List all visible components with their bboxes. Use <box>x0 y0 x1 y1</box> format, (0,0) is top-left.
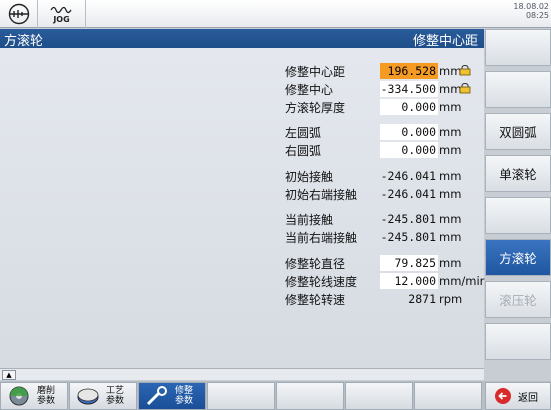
param-label: 当前右端接触 <box>285 231 358 245</box>
back-button[interactable]: 返回 <box>485 382 551 410</box>
horizontal-softkey-bar: 修整 参数 工艺 参数 磨削 参数 返回 <box>0 381 551 410</box>
param-label: 右圆弧 <box>285 144 322 158</box>
param-unit: mm <box>439 169 462 183</box>
param-label: 方滚轮厚度 <box>285 101 346 115</box>
hkey-label-line2: 参数 <box>106 396 125 406</box>
softkey-4[interactable]: 单滚轮 <box>485 155 551 192</box>
hkey-label-line1: 修整 <box>175 386 194 396</box>
time-text: 08:25 <box>525 11 549 20</box>
param-value-readonly: -245.801 <box>380 212 436 226</box>
softkey-empty-5[interactable] <box>485 197 551 234</box>
param-unit: mm <box>439 212 462 226</box>
lock-icon[interactable] <box>459 83 471 94</box>
softkey-6[interactable]: 方滚轮 <box>485 239 551 276</box>
back-label: 返回 <box>518 392 538 404</box>
hkey-empty-5[interactable] <box>276 382 344 410</box>
softkey-empty-1[interactable] <box>485 29 551 66</box>
hkey-3[interactable]: 修整 参数 <box>138 382 206 410</box>
hkey-1[interactable]: 磨削 参数 <box>0 382 68 410</box>
param-value-field[interactable]: 0.000 <box>380 142 438 158</box>
hkey-empty-6[interactable] <box>345 382 413 410</box>
top-status-bar: JOG 18.08.02 08:25 <box>0 0 551 28</box>
jog-label: JOG <box>53 14 70 24</box>
param-label: 修整轮转速 <box>285 293 346 307</box>
param-value-field[interactable]: 12.000 <box>380 273 438 289</box>
dressing-tool-icon <box>146 386 167 406</box>
parameter-panel: 修整中心距 196.528 mm 修整中心 -334.500 mm 方滚轮厚度 0.000 mm… <box>0 48 484 368</box>
param-value-readonly: -246.041 <box>380 169 436 183</box>
param-value-field[interactable]: 0.000 <box>380 124 438 140</box>
param-label: 修整中心 <box>285 83 334 97</box>
param-value-readonly: 2871 <box>408 292 436 306</box>
param-label: 修整轮线速度 <box>285 275 358 289</box>
clock: 18.08.02 08:25 <box>513 2 549 20</box>
hkey-2[interactable]: 工艺 参数 <box>69 382 137 410</box>
page-title: 方滚轮 <box>4 34 44 49</box>
param-value-field[interactable]: -334.500 <box>380 81 438 97</box>
param-label: 修整中心距 <box>285 65 346 79</box>
param-unit: mm <box>439 230 462 244</box>
param-value-field[interactable]: 79.825 <box>380 255 438 271</box>
hkey-label-line1: 磨削 <box>37 386 56 396</box>
softkey-empty-2[interactable] <box>485 71 551 108</box>
focused-field-title: 修整中心距 <box>412 34 478 49</box>
hkey-label: 工艺 参数 <box>106 386 124 406</box>
hkey-label-line2: 参数 <box>175 396 194 406</box>
grinding-wheel-icon <box>9 386 29 406</box>
param-unit: mm <box>439 100 462 114</box>
param-label: 修整轮直径 <box>285 257 346 271</box>
date-text: 18.08.02 <box>513 2 549 11</box>
param-label: 当前接触 <box>285 213 334 227</box>
param-unit: mm <box>439 125 462 139</box>
hkey-label: 修整 参数 <box>175 386 193 406</box>
horizontal-scroll-bar: ▲ <box>0 368 484 380</box>
param-label: 初始接触 <box>285 170 334 184</box>
lock-icon[interactable] <box>459 65 471 76</box>
process-icon <box>77 388 99 405</box>
hkey-label: 磨削 参数 <box>37 386 55 406</box>
param-value-field[interactable]: 0.000 <box>380 99 438 115</box>
param-value-field[interactable]: 196.528 <box>380 63 438 79</box>
jog-mode-indicator[interactable]: JOG <box>38 0 86 28</box>
hkey-empty-4[interactable] <box>207 382 275 410</box>
param-value-readonly: -246.041 <box>380 187 436 201</box>
param-label: 左圆弧 <box>285 126 322 140</box>
param-unit: mm/mir <box>439 274 485 288</box>
param-label: 初始右端接触 <box>285 188 358 202</box>
softkey-3[interactable]: 双圆弧 <box>485 113 551 150</box>
window-title-bar: 方滚轮 修整中心距 <box>0 29 484 49</box>
param-value-readonly: -245.801 <box>380 230 436 244</box>
param-unit: mm <box>439 187 462 201</box>
jog-wave-icon <box>49 6 72 13</box>
param-unit: mm <box>439 256 462 270</box>
param-unit: rpm <box>439 292 463 306</box>
param-unit: mm <box>439 143 462 157</box>
chevron-up-icon[interactable]: ▲ <box>2 370 16 380</box>
hkey-label-line2: 参数 <box>37 396 56 406</box>
hkey-label-line1: 工艺 <box>106 386 125 396</box>
softkey-7[interactable]: 滚压轮 <box>485 281 551 318</box>
softkey-empty-8[interactable] <box>485 323 551 360</box>
hkey-empty-7[interactable] <box>414 382 482 410</box>
machine-icon[interactable] <box>0 0 38 28</box>
back-arrow-icon <box>495 388 511 404</box>
